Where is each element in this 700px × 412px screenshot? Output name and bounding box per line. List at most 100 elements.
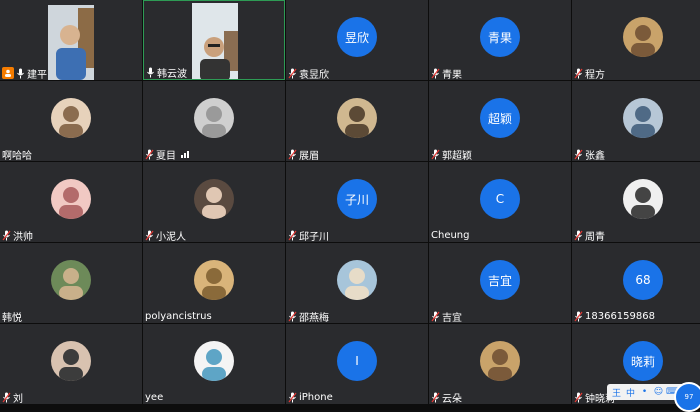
participant-name: 邱子川 <box>299 231 329 243</box>
participant-tile[interactable]: 子川 邱子川 <box>286 162 428 242</box>
avatar <box>51 260 91 300</box>
participant-name-row: 建平 <box>2 66 47 80</box>
participant-tile[interactable]: 68 18366159868 <box>572 243 700 323</box>
microphone-icon <box>431 392 440 402</box>
participant-name-row: 张鑫 <box>574 147 605 161</box>
floating-badge[interactable]: 97 <box>674 382 700 412</box>
microphone-icon <box>288 68 297 78</box>
participant-name: 展眉 <box>299 150 319 162</box>
microphone-icon <box>2 230 11 240</box>
participant-tile[interactable]: I iPhone <box>286 324 428 404</box>
ime-mode-icon[interactable]: 王 <box>611 387 622 399</box>
participant-tile[interactable]: 周青 <box>572 162 700 242</box>
participant-tile[interactable]: 韩云波 <box>143 0 285 80</box>
avatar <box>623 98 663 138</box>
microphone-icon <box>288 149 297 159</box>
avatar <box>51 341 91 381</box>
microphone-icon <box>431 149 440 159</box>
host-icon <box>2 67 14 79</box>
participant-name: 邵燕梅 <box>299 312 329 324</box>
participant-tile[interactable]: 小泥人 <box>143 162 285 242</box>
participant-tile[interactable]: polyancistrus <box>143 243 285 323</box>
participant-name: 郭超颖 <box>442 150 472 162</box>
avatar <box>337 98 377 138</box>
punctuation-icon[interactable]: • <box>639 387 650 398</box>
participant-name-row: 吉宜 <box>431 309 462 323</box>
participant-name: 青果 <box>442 69 462 81</box>
participant-tile[interactable]: yee <box>143 324 285 404</box>
microphone-icon <box>17 68 24 78</box>
participant-name: 洪帅 <box>13 231 33 243</box>
avatar <box>51 98 91 138</box>
participant-name: 云朵 <box>442 393 462 405</box>
participant-name: 小泥人 <box>156 231 186 243</box>
participant-name-row: 云朵 <box>431 390 462 404</box>
participant-tile[interactable]: 张鑫 <box>572 81 700 161</box>
participant-tile[interactable]: 吉宜 吉宜 <box>429 243 571 323</box>
participant-name-row: 袁昱欣 <box>288 66 329 80</box>
participant-name-row: 韩悦 <box>2 309 22 324</box>
microphone-icon <box>288 311 297 321</box>
participant-tile[interactable]: 云朵 <box>429 324 571 404</box>
avatar <box>194 341 234 381</box>
participant-name: 韩云波 <box>157 68 187 80</box>
participant-name-row: 刘 <box>2 390 23 404</box>
participant-name-row: 韩云波 <box>146 65 187 79</box>
participant-tile[interactable]: 程方 <box>572 0 700 80</box>
participant-name: 周青 <box>585 231 605 243</box>
participant-name: 张鑫 <box>585 150 605 162</box>
microphone-icon <box>574 149 583 159</box>
participant-name: polyancistrus <box>145 310 212 322</box>
participant-name-row: 邵燕梅 <box>288 309 329 323</box>
participant-name: 建平 <box>27 69 47 81</box>
participant-tile[interactable]: C Cheung <box>429 162 571 242</box>
microphone-icon <box>145 230 154 240</box>
microphone-icon <box>288 392 297 402</box>
participant-name-row: 洪帅 <box>2 228 33 242</box>
participant-tile[interactable]: 建平 <box>0 0 142 80</box>
participant-name-row: 邱子川 <box>288 228 329 242</box>
participant-grid: 建平 韩云波 昱欣 袁昱欣 青果 青果 程方 啊哈哈 夏目 展眉 超颖 郭超颖 … <box>0 0 700 410</box>
emoji-icon[interactable]: ☺ <box>653 387 664 398</box>
chinese-input-icon[interactable]: 中 <box>625 387 636 399</box>
microphone-icon <box>574 311 583 321</box>
participant-name-row: 夏目 <box>145 147 189 161</box>
avatar: 吉宜 <box>480 260 520 300</box>
participant-name-row: 小泥人 <box>145 228 186 242</box>
participant-tile[interactable]: 邵燕梅 <box>286 243 428 323</box>
participant-name-row: 18366159868 <box>574 309 655 323</box>
microphone-icon <box>145 149 154 159</box>
microphone-icon <box>2 392 11 402</box>
participant-name: 程方 <box>585 69 605 81</box>
participant-tile[interactable]: 韩悦 <box>0 243 142 323</box>
participant-name-row: 程方 <box>574 66 605 80</box>
participant-tile[interactable]: 夏目 <box>143 81 285 161</box>
participant-tile[interactable]: 超颖 郭超颖 <box>429 81 571 161</box>
participant-name: 吉宜 <box>442 312 462 324</box>
participant-tile[interactable]: 青果 青果 <box>429 0 571 80</box>
avatar: C <box>480 179 520 219</box>
participant-name: 夏目 <box>156 150 176 162</box>
signal-icon <box>181 150 189 158</box>
participant-tile[interactable]: 啊哈哈 <box>0 81 142 161</box>
participant-name-row: iPhone <box>288 390 333 404</box>
avatar: 68 <box>623 260 663 300</box>
participant-tile[interactable]: 昱欣 袁昱欣 <box>286 0 428 80</box>
avatar <box>623 179 663 219</box>
participant-tile[interactable]: 展眉 <box>286 81 428 161</box>
participant-name: Cheung <box>431 229 470 241</box>
avatar <box>194 179 234 219</box>
participant-tile[interactable]: 洪帅 <box>0 162 142 242</box>
participant-name: 刘 <box>13 393 23 405</box>
participant-name: yee <box>145 391 164 403</box>
participant-name-row: Cheung <box>431 228 470 242</box>
participant-tile[interactable]: 刘 <box>0 324 142 404</box>
microphone-icon <box>431 68 440 78</box>
participant-name-row: 啊哈哈 <box>2 147 32 162</box>
participant-name-row: polyancistrus <box>145 309 212 323</box>
avatar <box>480 341 520 381</box>
participant-name-row: 展眉 <box>288 147 319 161</box>
microphone-icon <box>288 230 297 240</box>
microphone-icon <box>574 230 583 240</box>
avatar <box>51 179 91 219</box>
